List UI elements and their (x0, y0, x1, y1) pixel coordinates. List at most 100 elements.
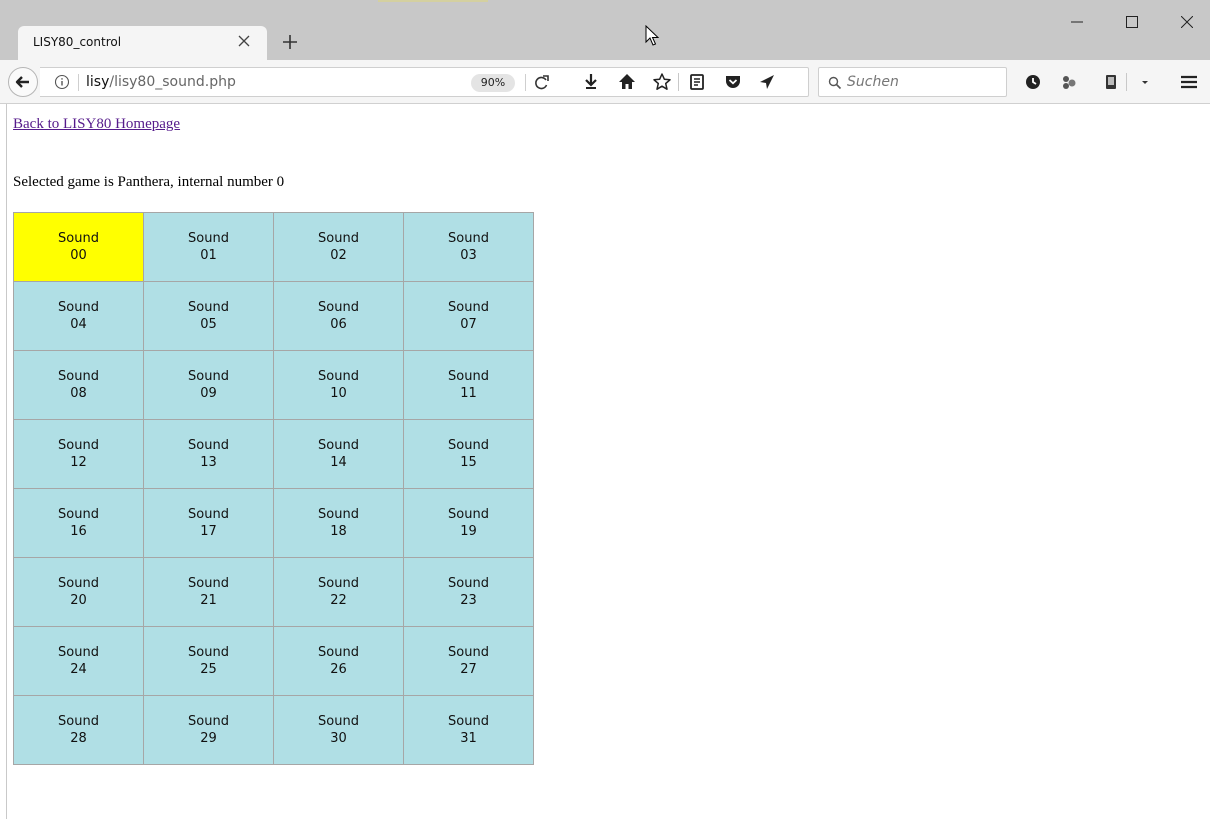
close-tab-icon[interactable] (233, 30, 255, 52)
sound-label: Sound (188, 438, 229, 453)
sound-label: Sound (448, 369, 489, 384)
sound-button[interactable]: Sound 30 (273, 695, 404, 765)
extension-icon[interactable] (1056, 69, 1082, 95)
sound-button[interactable]: Sound 07 (403, 281, 534, 351)
sound-button[interactable]: Sound 20 (13, 557, 144, 627)
sound-label: Sound (188, 231, 229, 246)
maximize-button[interactable] (1109, 0, 1155, 44)
sound-button[interactable]: Sound 09 (143, 350, 274, 420)
sound-label: Sound (58, 300, 99, 315)
sound-button[interactable]: Sound 14 (273, 419, 404, 489)
sound-label: Sound (58, 645, 99, 660)
sound-button[interactable]: Sound 18 (273, 488, 404, 558)
tab-title: LISY80_control (33, 35, 122, 49)
search-box[interactable]: Suchen (818, 67, 1007, 97)
sound-button[interactable]: Sound 11 (403, 350, 534, 420)
sound-label: Sound (58, 714, 99, 729)
sound-number: 09 (200, 386, 217, 401)
close-icon (1181, 16, 1193, 28)
download-icon[interactable] (578, 69, 604, 95)
sound-number: 29 (200, 731, 217, 746)
bookmark-star-icon[interactable] (649, 69, 675, 95)
sound-button[interactable]: Sound 29 (143, 695, 274, 765)
sound-button[interactable]: Sound 06 (273, 281, 404, 351)
send-icon[interactable] (754, 69, 780, 95)
sound-button[interactable]: Sound 01 (143, 212, 274, 282)
pocket-icon[interactable] (720, 69, 746, 95)
homepage-link[interactable]: Back to LISY80 Homepage (13, 116, 180, 133)
reading-list-icon[interactable] (684, 69, 710, 95)
sound-label: Sound (188, 507, 229, 522)
sound-button[interactable]: Sound 03 (403, 212, 534, 282)
sound-number: 10 (330, 386, 347, 401)
new-tab-icon[interactable] (277, 29, 303, 55)
sound-number: 21 (200, 593, 217, 608)
sound-button[interactable]: Sound 21 (143, 557, 274, 627)
sound-button[interactable]: Sound 23 (403, 557, 534, 627)
sound-number: 28 (70, 731, 87, 746)
sound-number: 22 (330, 593, 347, 608)
sound-row: Sound 16 Sound 17 Sound 18 Sound 19 (13, 488, 534, 558)
sound-button[interactable]: Sound 15 (403, 419, 534, 489)
sound-button[interactable]: Sound 05 (143, 281, 274, 351)
sound-label: Sound (448, 714, 489, 729)
sound-number: 04 (70, 317, 87, 332)
sound-row: Sound 28 Sound 29 Sound 30 Sound 31 (13, 695, 534, 765)
sound-button[interactable]: Sound 04 (13, 281, 144, 351)
sound-button[interactable]: Sound 02 (273, 212, 404, 282)
minimize-button[interactable] (1054, 0, 1100, 44)
sound-label: Sound (448, 438, 489, 453)
sound-number: 23 (460, 593, 477, 608)
sound-number: 19 (460, 524, 477, 539)
sound-number: 24 (70, 662, 87, 677)
sound-button[interactable]: Sound 16 (13, 488, 144, 558)
sound-button[interactable]: Sound 13 (143, 419, 274, 489)
sound-button[interactable]: Sound 28 (13, 695, 144, 765)
toolbar-separator (678, 73, 679, 91)
menu-icon[interactable] (1176, 69, 1202, 95)
browser-tab[interactable]: LISY80_control (18, 26, 267, 60)
sound-number: 12 (70, 455, 87, 470)
clipboard-icon[interactable] (1098, 69, 1124, 95)
history-icon[interactable] (1020, 69, 1046, 95)
sound-button[interactable]: Sound 25 (143, 626, 274, 696)
sound-number: 26 (330, 662, 347, 677)
sound-button[interactable]: Sound 31 (403, 695, 534, 765)
sound-label: Sound (318, 300, 359, 315)
sound-number: 16 (70, 524, 87, 539)
info-icon[interactable] (54, 74, 70, 90)
sound-button[interactable]: Sound 22 (273, 557, 404, 627)
sound-number: 17 (200, 524, 217, 539)
sound-label: Sound (318, 507, 359, 522)
sound-button[interactable]: Sound 10 (273, 350, 404, 420)
sound-label: Sound (448, 507, 489, 522)
sound-number: 31 (460, 731, 477, 746)
home-icon[interactable] (614, 69, 640, 95)
sound-label: Sound (448, 645, 489, 660)
sound-button[interactable]: Sound 08 (13, 350, 144, 420)
url-path: /lisy80_sound.php (109, 74, 236, 90)
sound-button[interactable]: Sound 26 (273, 626, 404, 696)
navigation-bar: lisy/lisy80_sound.php 90% Suchen (0, 60, 1210, 104)
back-button[interactable] (8, 67, 38, 97)
reload-icon[interactable] (531, 73, 553, 93)
back-arrow-icon (15, 76, 29, 88)
url-text[interactable]: lisy/lisy80_sound.php (86, 74, 236, 90)
close-window-button[interactable] (1164, 0, 1210, 44)
page-left-border (6, 104, 7, 819)
chevron-down-icon[interactable] (1132, 69, 1158, 95)
sound-number: 01 (200, 248, 217, 263)
zoom-indicator[interactable]: 90% (471, 74, 515, 92)
sound-button[interactable]: Sound 19 (403, 488, 534, 558)
sound-number: 13 (200, 455, 217, 470)
sound-button[interactable]: Sound 24 (13, 626, 144, 696)
sound-button[interactable]: Sound 12 (13, 419, 144, 489)
sound-label: Sound (318, 438, 359, 453)
page-content: Back to LISY80 Homepage Selected game is… (0, 104, 1210, 819)
sound-button[interactable]: Sound 00 (13, 212, 144, 282)
sound-number: 02 (330, 248, 347, 263)
sound-label: Sound (188, 714, 229, 729)
url-host: lisy (86, 74, 110, 90)
sound-button[interactable]: Sound 17 (143, 488, 274, 558)
sound-button[interactable]: Sound 27 (403, 626, 534, 696)
